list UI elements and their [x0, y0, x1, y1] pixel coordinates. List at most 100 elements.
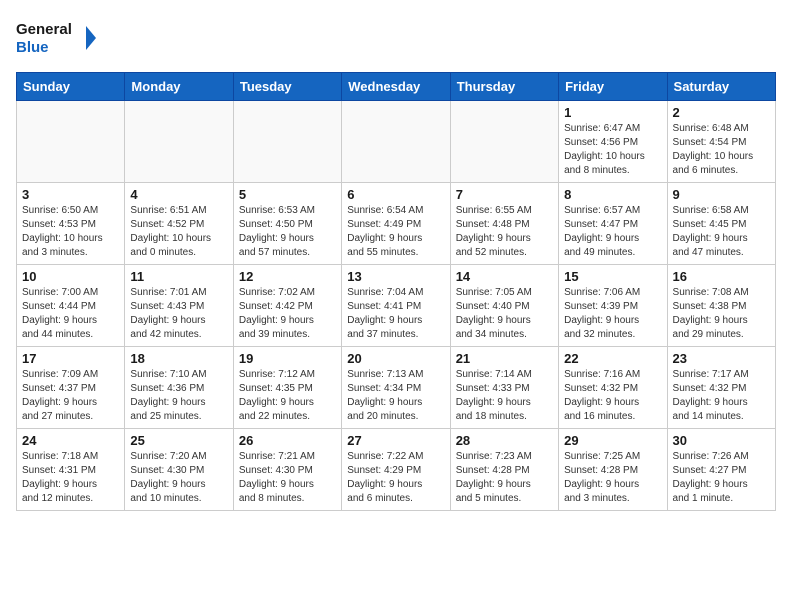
day-number: 13: [347, 269, 444, 284]
calendar-week-2: 3 Sunrise: 6:50 AM Sunset: 4:53 PM Daylig…: [17, 183, 776, 265]
day-info: Sunrise: 7:05 AM Sunset: 4:40 PM Dayligh…: [456, 286, 553, 342]
calendar-cell: 23Sunrise: 7:17 AM Sunset: 4:32 PM Dayli…: [667, 347, 775, 429]
calendar-cell: [17, 101, 125, 183]
day-info: Sunrise: 7:16 AM Sunset: 4:32 PM Dayligh…: [564, 368, 661, 424]
calendar-cell: 17Sunrise: 7:09 AM Sunset: 4:37 PM Dayli…: [17, 347, 125, 429]
weekday-header-thursday: Thursday: [450, 73, 558, 101]
calendar-cell: 7Sunrise: 6:55 AM Sunset: 4:48 PM Daylig…: [450, 183, 558, 265]
calendar-cell: 15 Sunrise: 7:06 AM Sunset: 4:39 PM Dayli…: [559, 265, 667, 347]
calendar-cell: 18 Sunrise: 7:10 AM Sunset: 4:36 PM Dayli…: [125, 347, 233, 429]
calendar-cell: 9 Sunrise: 6:58 AM Sunset: 4:45 PM Daylig…: [667, 183, 775, 265]
calendar-week-3: 10 Sunrise: 7:00 AM Sunset: 4:44 PM Dayli…: [17, 265, 776, 347]
day-info: Sunrise: 7:21 AM Sunset: 4:30 PM Dayligh…: [239, 450, 336, 506]
day-info: Sunrise: 6:47 AM Sunset: 4:56 PM Dayligh…: [564, 122, 661, 178]
calendar-cell: 2 Sunrise: 6:48 AM Sunset: 4:54 PM Daylig…: [667, 101, 775, 183]
calendar-cell: 3 Sunrise: 6:50 AM Sunset: 4:53 PM Daylig…: [17, 183, 125, 265]
day-info: Sunrise: 7:17 AM Sunset: 4:32 PM Dayligh…: [673, 368, 770, 424]
day-number: 4: [130, 187, 227, 202]
svg-text:General: General: [16, 21, 72, 38]
day-info: Sunrise: 6:55 AM Sunset: 4:48 PM Dayligh…: [456, 204, 553, 260]
weekday-header-wednesday: Wednesday: [342, 73, 450, 101]
calendar-cell: 11 Sunrise: 7:01 AM Sunset: 4:43 PM Dayli…: [125, 265, 233, 347]
logo-svg: General Blue: [16, 16, 96, 60]
day-info: Sunrise: 6:50 AM Sunset: 4:53 PM Dayligh…: [22, 204, 119, 260]
day-number: 3: [22, 187, 119, 202]
day-info: Sunrise: 6:57 AM Sunset: 4:47 PM Dayligh…: [564, 204, 661, 260]
svg-text:Blue: Blue: [16, 39, 49, 56]
day-number: 5: [239, 187, 336, 202]
calendar-cell: [342, 101, 450, 183]
day-info: Sunrise: 6:51 AM Sunset: 4:52 PM Dayligh…: [130, 204, 227, 260]
day-info: Sunrise: 7:25 AM Sunset: 4:28 PM Dayligh…: [564, 450, 661, 506]
calendar-cell: 12 Sunrise: 7:02 AM Sunset: 4:42 PM Dayli…: [233, 265, 341, 347]
day-info: Sunrise: 7:00 AM Sunset: 4:44 PM Dayligh…: [22, 286, 119, 342]
weekday-header-tuesday: Tuesday: [233, 73, 341, 101]
day-number: 26: [239, 433, 336, 448]
day-number: 9: [673, 187, 770, 202]
weekday-header-sunday: Sunday: [17, 73, 125, 101]
calendar-cell: 1 Sunrise: 6:47 AM Sunset: 4:56 PM Daylig…: [559, 101, 667, 183]
day-number: 10: [22, 269, 119, 284]
calendar-cell: 20 Sunrise: 7:13 AM Sunset: 4:34 PM Dayli…: [342, 347, 450, 429]
day-info: Sunrise: 7:10 AM Sunset: 4:36 PM Dayligh…: [130, 368, 227, 424]
day-number: 25: [130, 433, 227, 448]
day-number: 30: [673, 433, 770, 448]
day-info: Sunrise: 7:04 AM Sunset: 4:41 PM Dayligh…: [347, 286, 444, 342]
calendar-week-1: 1 Sunrise: 6:47 AM Sunset: 4:56 PM Daylig…: [17, 101, 776, 183]
day-info: Sunrise: 7:22 AM Sunset: 4:29 PM Dayligh…: [347, 450, 444, 506]
day-info: Sunrise: 7:26 AM Sunset: 4:27 PM Dayligh…: [673, 450, 770, 506]
day-info: Sunrise: 7:23 AM Sunset: 4:28 PM Dayligh…: [456, 450, 553, 506]
day-info: Sunrise: 7:01 AM Sunset: 4:43 PM Dayligh…: [130, 286, 227, 342]
weekday-header-row: SundayMondayTuesdayWednesdayThursdayFrid…: [17, 73, 776, 101]
calendar-cell: 10 Sunrise: 7:00 AM Sunset: 4:44 PM Dayli…: [17, 265, 125, 347]
day-number: 15: [564, 269, 661, 284]
calendar-cell: 26 Sunrise: 7:21 AM Sunset: 4:30 PM Dayli…: [233, 429, 341, 511]
calendar-cell: 19Sunrise: 7:12 AM Sunset: 4:35 PM Dayli…: [233, 347, 341, 429]
day-number: 24: [22, 433, 119, 448]
calendar-week-5: 24 Sunrise: 7:18 AM Sunset: 4:31 PM Dayli…: [17, 429, 776, 511]
day-info: Sunrise: 7:14 AM Sunset: 4:33 PM Dayligh…: [456, 368, 553, 424]
day-number: 12: [239, 269, 336, 284]
calendar-cell: 29 Sunrise: 7:25 AM Sunset: 4:28 PM Dayli…: [559, 429, 667, 511]
header: General Blue: [16, 16, 776, 60]
calendar-week-4: 17Sunrise: 7:09 AM Sunset: 4:37 PM Dayli…: [17, 347, 776, 429]
calendar-cell: 24 Sunrise: 7:18 AM Sunset: 4:31 PM Dayli…: [17, 429, 125, 511]
day-number: 21: [456, 351, 553, 366]
weekday-header-monday: Monday: [125, 73, 233, 101]
calendar-cell: 13 Sunrise: 7:04 AM Sunset: 4:41 PM Dayli…: [342, 265, 450, 347]
calendar-table: SundayMondayTuesdayWednesdayThursdayFrid…: [16, 72, 776, 511]
day-number: 29: [564, 433, 661, 448]
day-info: Sunrise: 7:13 AM Sunset: 4:34 PM Dayligh…: [347, 368, 444, 424]
calendar-cell: 30 Sunrise: 7:26 AM Sunset: 4:27 PM Dayli…: [667, 429, 775, 511]
calendar-cell: 6 Sunrise: 6:54 AM Sunset: 4:49 PM Daylig…: [342, 183, 450, 265]
logo: General Blue: [16, 16, 96, 60]
day-number: 28: [456, 433, 553, 448]
calendar-cell: 28 Sunrise: 7:23 AM Sunset: 4:28 PM Dayli…: [450, 429, 558, 511]
day-number: 2: [673, 105, 770, 120]
day-number: 18: [130, 351, 227, 366]
day-info: Sunrise: 7:02 AM Sunset: 4:42 PM Dayligh…: [239, 286, 336, 342]
day-number: 1: [564, 105, 661, 120]
day-info: Sunrise: 7:08 AM Sunset: 4:38 PM Dayligh…: [673, 286, 770, 342]
calendar-cell: 27 Sunrise: 7:22 AM Sunset: 4:29 PM Dayli…: [342, 429, 450, 511]
day-number: 22: [564, 351, 661, 366]
day-number: 14: [456, 269, 553, 284]
calendar-cell: 4 Sunrise: 6:51 AM Sunset: 4:52 PM Daylig…: [125, 183, 233, 265]
calendar-cell: 16 Sunrise: 7:08 AM Sunset: 4:38 PM Dayli…: [667, 265, 775, 347]
calendar-cell: [125, 101, 233, 183]
calendar-cell: 14 Sunrise: 7:05 AM Sunset: 4:40 PM Dayli…: [450, 265, 558, 347]
day-number: 19: [239, 351, 336, 366]
day-info: Sunrise: 7:06 AM Sunset: 4:39 PM Dayligh…: [564, 286, 661, 342]
day-number: 20: [347, 351, 444, 366]
day-number: 11: [130, 269, 227, 284]
day-info: Sunrise: 6:58 AM Sunset: 4:45 PM Dayligh…: [673, 204, 770, 260]
day-info: Sunrise: 7:18 AM Sunset: 4:31 PM Dayligh…: [22, 450, 119, 506]
day-info: Sunrise: 6:48 AM Sunset: 4:54 PM Dayligh…: [673, 122, 770, 178]
calendar-cell: 5Sunrise: 6:53 AM Sunset: 4:50 PM Daylig…: [233, 183, 341, 265]
calendar-cell: 8Sunrise: 6:57 AM Sunset: 4:47 PM Daylig…: [559, 183, 667, 265]
weekday-header-saturday: Saturday: [667, 73, 775, 101]
day-number: 16: [673, 269, 770, 284]
day-info: Sunrise: 6:54 AM Sunset: 4:49 PM Dayligh…: [347, 204, 444, 260]
day-number: 27: [347, 433, 444, 448]
day-number: 6: [347, 187, 444, 202]
